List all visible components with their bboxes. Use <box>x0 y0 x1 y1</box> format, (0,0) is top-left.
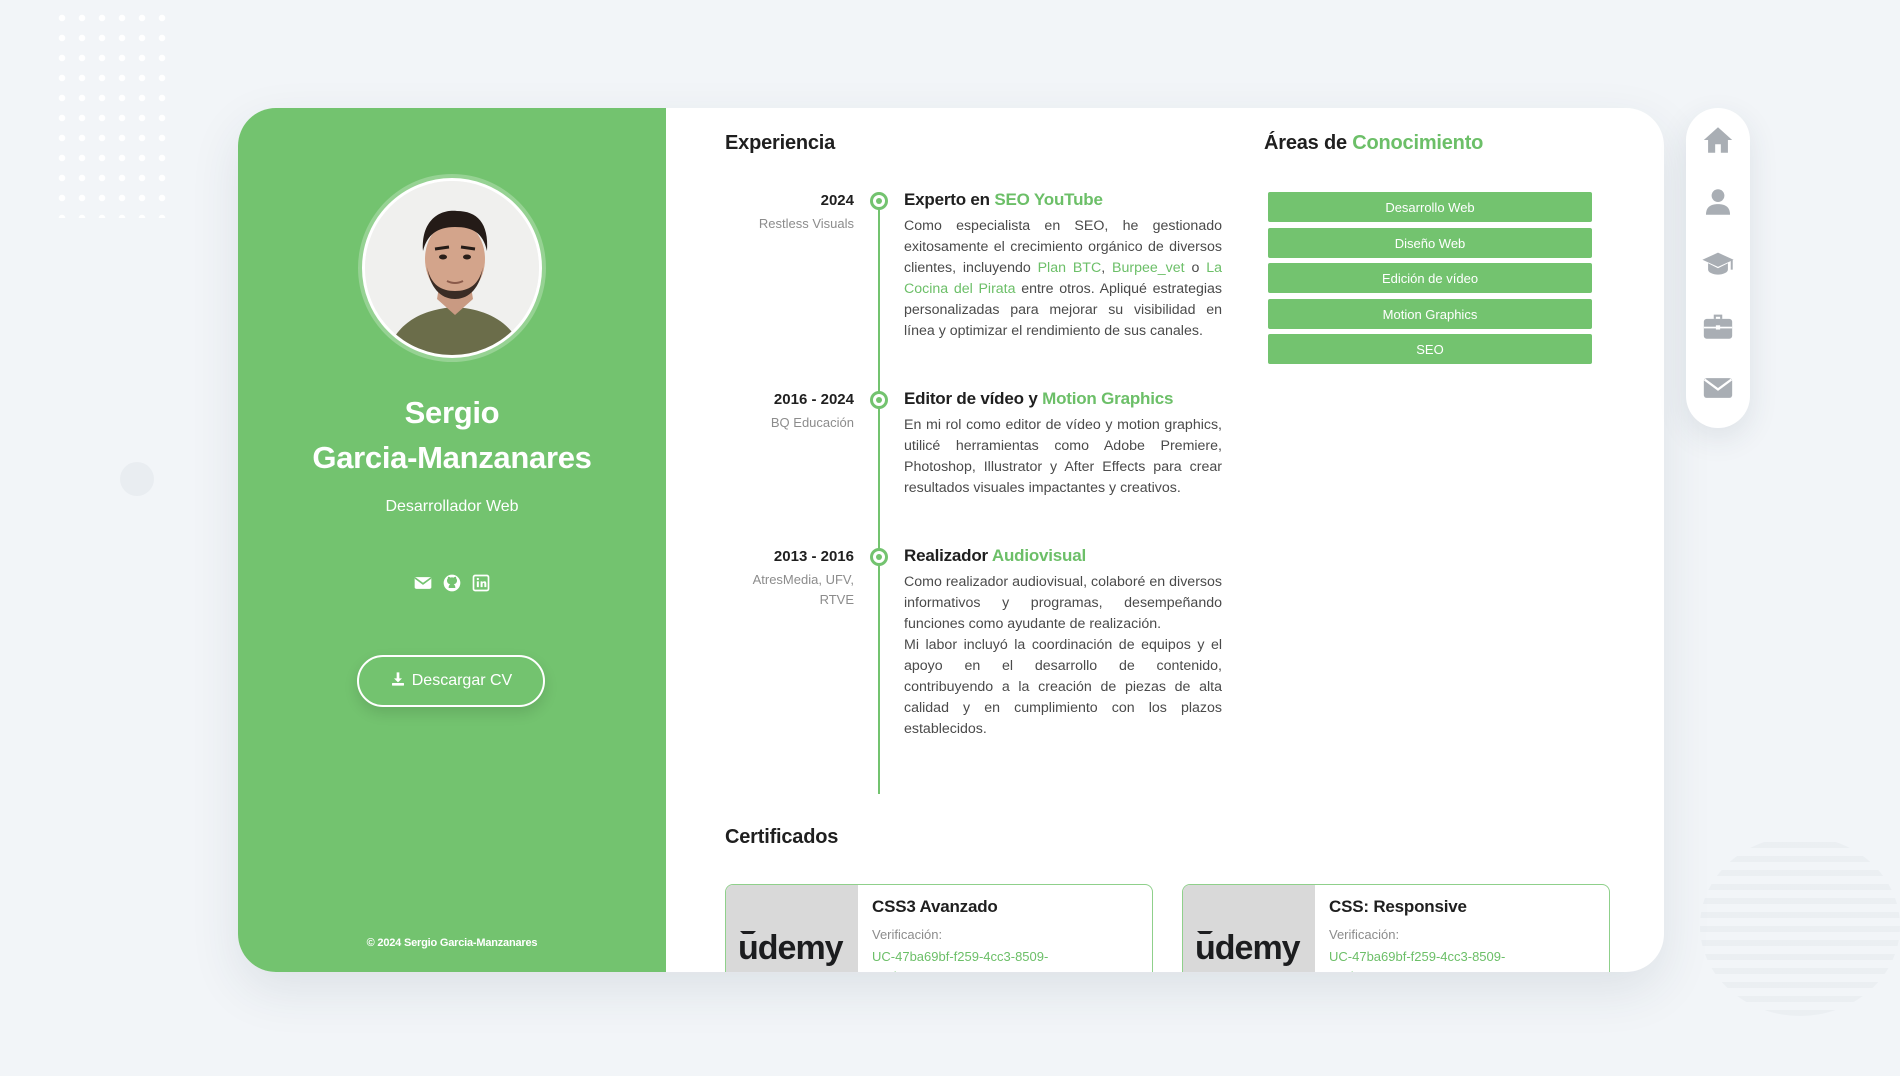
certificate-label: Verificación: <box>1329 927 1400 942</box>
certificates-title: Certificados <box>725 826 839 848</box>
certificate-title: CSS3 Avanzado <box>872 897 998 916</box>
certificate-code[interactable]: UC-47ba69bf-f259-4cc3-8509-0e4ba168e0ee <box>872 947 1102 972</box>
experience-title: Experiencia <box>725 132 836 154</box>
area-tag-motion-graphics[interactable]: Motion Graphics <box>1268 299 1592 329</box>
certificate-label: Verificación: <box>872 927 943 942</box>
name-last: Garcia-Manzanares <box>312 440 592 475</box>
certificate-card[interactable]: udemy CSS3 Avanzado Verificación: UC-47b… <box>725 884 1153 972</box>
decorative-stripes <box>1700 836 1900 1016</box>
timeline-dot <box>870 391 888 409</box>
profile-panel: Sergio Garcia-Manzanares Desarrollador W… <box>238 108 666 972</box>
download-icon <box>390 671 406 692</box>
client-link-burpee-vet[interactable]: Burpee_vet <box>1112 260 1185 276</box>
experience-title-text: Realizador Audiovisual <box>904 546 1086 566</box>
social-links <box>238 573 666 593</box>
profile-name: Sergio Garcia-Manzanares <box>238 390 666 480</box>
experience-title-accent: SEO YouTube <box>994 190 1103 209</box>
udemy-wordmark: udemy <box>1195 929 1301 967</box>
experience-title-accent: Motion Graphics <box>1042 389 1174 408</box>
home-icon[interactable] <box>1700 122 1736 158</box>
udemy-logo: udemy <box>726 885 858 972</box>
download-cv-button[interactable]: Descargar CV <box>357 655 545 707</box>
experience-company: BQ Educación <box>770 415 854 430</box>
experience-description: Como realizador audiovisual, colaboré en… <box>904 572 1222 740</box>
experience-title-text: Editor de vídeo y Motion Graphics <box>904 389 1173 409</box>
certificate-code[interactable]: UC-47ba69bf-f259-4cc3-8509-0e4ba168e0ee <box>1329 947 1559 972</box>
experience-company: Restless Visuals <box>758 216 854 231</box>
experience-title-plain: Realizador <box>904 546 992 565</box>
area-tag-diseno-web[interactable]: Diseño Web <box>1268 228 1592 258</box>
desc-text: o <box>1184 260 1207 276</box>
experience-title-plain: Experto en <box>904 190 995 209</box>
experience-description: En mi rol como editor de vídeo y motion … <box>904 417 1222 496</box>
profile-role: Desarrollador Web <box>385 498 519 515</box>
name-first: Sergio <box>404 395 500 430</box>
graduation-cap-icon[interactable] <box>1700 246 1736 282</box>
avatar <box>362 178 542 358</box>
envelope-icon[interactable] <box>413 573 433 593</box>
client-link-plan-btc[interactable]: Plan BTC <box>1038 260 1102 276</box>
certificate-title: CSS: Responsive <box>1329 897 1467 916</box>
area-tag-edicion-video[interactable]: Edición de vídeo <box>1268 263 1592 293</box>
udemy-logo: udemy <box>1183 885 1315 972</box>
areas-title: Áreas de Conocimiento <box>1264 132 1483 155</box>
experience-title-accent: Audiovisual <box>991 546 1087 565</box>
areas-title-accent: Conocimiento <box>1352 132 1484 154</box>
area-tag-desarrollo-web[interactable]: Desarrollo Web <box>1268 192 1592 222</box>
experience-title-text: Experto en SEO YouTube <box>904 190 1103 210</box>
footer-copyright: © 2024 Sergio Garcia-Manzanares <box>366 937 538 949</box>
experience-company: AtresMedia, UFV, RTVE <box>752 572 854 607</box>
resume-card: Sergio Garcia-Manzanares Desarrollador W… <box>238 108 1664 972</box>
user-icon[interactable] <box>1700 184 1736 220</box>
desc-text: , <box>1101 260 1113 276</box>
experience-title-plain: Editor de vídeo y <box>904 389 1043 408</box>
experience-date: 2013 - 2016 <box>773 548 854 565</box>
linkedin-icon[interactable] <box>471 573 491 593</box>
download-cv-label: Descargar CV <box>411 672 513 689</box>
experience-description: Como especialista en SEO, he gestionado … <box>904 216 1222 342</box>
github-icon[interactable] <box>442 573 462 593</box>
timeline-dot <box>870 548 888 566</box>
certificate-card[interactable]: udemy CSS: Responsive Verificación: UC-4… <box>1182 884 1610 972</box>
experience-date: 2016 - 2024 <box>773 391 854 408</box>
timeline-line <box>878 200 880 794</box>
avatar-portrait <box>365 181 539 355</box>
udemy-wordmark: udemy <box>738 929 844 967</box>
areas-title-plain: Áreas de <box>1264 132 1353 154</box>
experience-description-para: Mi labor incluyó la coordinación de equi… <box>904 637 1222 737</box>
briefcase-icon[interactable] <box>1700 308 1736 344</box>
envelope-icon[interactable] <box>1700 370 1736 406</box>
side-navigation <box>1686 108 1750 428</box>
experience-description-para: Como realizador audiovisual, colaboré en… <box>904 574 1222 632</box>
area-tag-seo[interactable]: SEO <box>1268 334 1592 364</box>
timeline-dot <box>870 192 888 210</box>
experience-date: 2024 <box>820 192 854 209</box>
decorative-circle <box>120 462 154 496</box>
decorative-dots <box>52 8 172 218</box>
